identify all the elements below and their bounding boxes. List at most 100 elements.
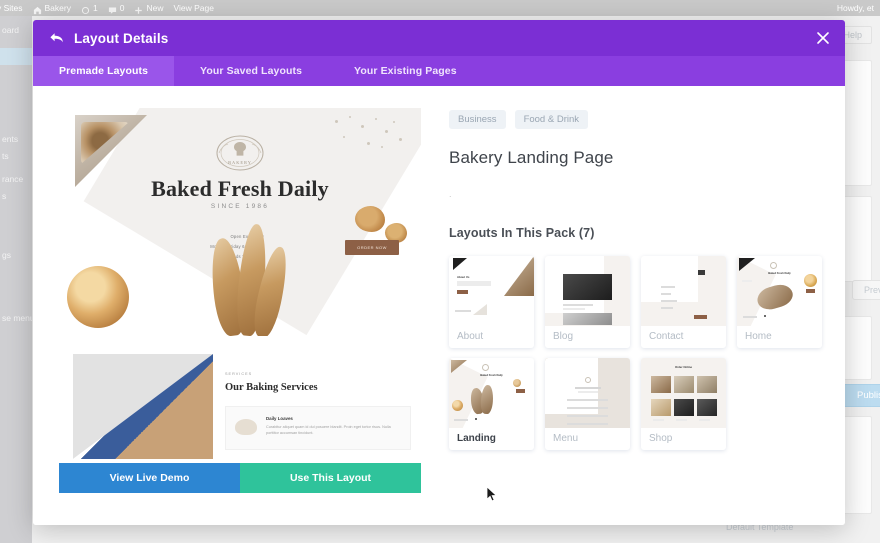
new-label: New — [146, 3, 164, 13]
view-page-label: View Page — [173, 3, 214, 13]
layout-thumbnail: Order Online — [641, 358, 726, 428]
hero-crumbs — [327, 114, 409, 160]
preview-button[interactable]: Preview — [852, 280, 880, 300]
layout-detail-column: Business Food & Drink Bakery Landing Pag… — [421, 108, 822, 525]
preview-site-render: BAKERY Baked Fresh Daily SINCE 1986 Open… — [59, 108, 421, 463]
sidebar-item-settings[interactable]: gs — [0, 247, 32, 264]
services-card: Daily Loaves Curabitur aliquet quam id d… — [225, 406, 411, 450]
tab-your-saved-layouts[interactable]: Your Saved Layouts — [174, 56, 328, 86]
bread-icon — [235, 419, 257, 435]
updates-icon — [81, 4, 90, 14]
sidebar-collapse-menu[interactable]: se menu — [0, 310, 35, 327]
layout-card-about[interactable]: About Us About — [449, 256, 534, 348]
layout-thumbnail: Daily Menu — [545, 358, 630, 428]
badge-business[interactable]: Business — [449, 110, 506, 129]
hero-bread-photo — [207, 220, 293, 336]
admin-bar-my-sites[interactable]: y Sites — [0, 0, 28, 16]
layouts-in-pack-grid: About Us About Our Blog — [449, 256, 822, 450]
admin-bar-new[interactable]: New — [129, 0, 168, 16]
layout-card-label: Landing — [457, 433, 496, 444]
site-name-label: Bakery — [44, 3, 71, 13]
layout-thumbnail: Get In Touch! — [641, 256, 726, 326]
sidebar-item-plugins[interactable]: s — [0, 188, 32, 205]
layout-card-label: About — [457, 331, 484, 342]
modal-title: Layout Details — [74, 30, 169, 46]
wp-admin-sidebar: oard ents ts rance s gs se menu — [0, 16, 35, 543]
sidebar-label: s — [2, 191, 7, 201]
sidebar-label: rance — [2, 174, 24, 184]
admin-bar-updates[interactable]: 1 — [76, 0, 103, 16]
layout-card-landing[interactable]: Baked Fresh Daily Landing — [449, 358, 534, 450]
services-eyebrow: SERVICES — [225, 372, 253, 376]
services-card-title: Daily Loaves — [266, 416, 293, 421]
layout-thumbnail: About Us — [449, 256, 534, 326]
services-card-body: Curabitur aliquet quam id dui posuere bl… — [266, 425, 391, 435]
sidebar-item-comments[interactable]: ents — [0, 131, 32, 148]
admin-bar-comments[interactable]: 0 — [103, 0, 130, 16]
layout-preview-image: BAKERY Baked Fresh Daily SINCE 1986 Open… — [59, 108, 421, 463]
hero-bagel-photo — [67, 266, 129, 328]
preview-hero-section: BAKERY Baked Fresh Daily SINCE 1986 Open… — [59, 108, 421, 336]
admin-bar-howdy[interactable]: Howdy, et — [832, 0, 880, 16]
layout-card-label: Home — [745, 331, 772, 342]
back-arrow-icon[interactable] — [49, 31, 65, 45]
services-title: Our Baking Services — [225, 382, 318, 393]
hero-order-button[interactable]: ORDER NOW — [345, 240, 399, 255]
sidebar-item-dashboard[interactable]: oard — [0, 22, 32, 39]
wp-admin-bar: y Sites Bakery 1 0 — [0, 0, 880, 16]
use-this-layout-button[interactable]: Use This Layout — [240, 463, 421, 493]
layout-thumbnail: Baked Fresh Daily — [449, 358, 534, 428]
sidebar-item-current[interactable] — [0, 48, 32, 65]
hero-cookie-large — [355, 206, 385, 232]
hero-order-button-label: ORDER NOW — [357, 245, 387, 250]
layout-card-label: Menu — [553, 433, 579, 444]
pack-heading: Layouts In This Pack (7) — [449, 226, 595, 240]
sidebar-item-projects[interactable]: ts — [0, 148, 32, 165]
layout-card-label: Contact — [649, 331, 684, 342]
hero-headline: Baked Fresh Daily — [151, 176, 329, 201]
admin-bar-site-name[interactable]: Bakery — [28, 0, 76, 16]
layout-preview-column: BAKERY Baked Fresh Daily SINCE 1986 Open… — [59, 108, 421, 525]
layout-card-menu[interactable]: Daily Menu Menu — [545, 358, 630, 450]
layout-title: Bakery Landing Page — [449, 148, 614, 167]
modal-tabs: Premade Layouts Your Saved Layouts Your … — [33, 56, 845, 86]
layout-meta: . — [449, 189, 452, 199]
admin-bar-view-page[interactable]: View Page — [168, 0, 218, 16]
layout-card-label: Blog — [553, 331, 574, 342]
sidebar-label: oard — [2, 25, 20, 35]
my-sites-label: y Sites — [0, 3, 23, 13]
home-icon — [33, 4, 42, 14]
hero-logo: BAKERY — [207, 133, 273, 180]
layout-details-modal: Layout Details Premade Layouts Your Save… — [33, 20, 845, 525]
layout-card-contact[interactable]: Get In Touch! Contact — [641, 256, 726, 348]
preview-action-buttons: View Live Demo Use This Layout — [59, 463, 421, 493]
updates-count: 1 — [92, 3, 98, 13]
modal-body: BAKERY Baked Fresh Daily SINCE 1986 Open… — [33, 86, 845, 525]
category-badges: Business Food & Drink — [449, 110, 822, 129]
layout-thumbnail: Baked Fresh Daily — [737, 256, 822, 326]
badge-food-drink[interactable]: Food & Drink — [514, 110, 588, 129]
howdy-label: Howdy, et — [836, 3, 874, 13]
tab-your-existing-pages[interactable]: Your Existing Pages — [328, 56, 483, 86]
sidebar-label: se menu — [2, 313, 35, 323]
sidebar-item-appearance[interactable]: rance — [0, 171, 32, 188]
tab-premade-layouts[interactable]: Premade Layouts — [33, 56, 175, 86]
layout-card-shop[interactable]: Order Online Shop — [641, 358, 726, 450]
layout-thumbnail: Our Blog — [545, 256, 630, 326]
screen: y Sites Bakery 1 0 — [0, 0, 880, 543]
comment-bubble-icon — [108, 4, 117, 14]
layout-card-label: Shop — [649, 433, 673, 444]
comments-count: 0 — [119, 3, 125, 13]
plus-icon — [134, 4, 143, 14]
preview-services-section: SERVICES Our Baking Services Daily Loave… — [59, 350, 421, 463]
sidebar-label: ts — [2, 151, 9, 161]
close-icon[interactable] — [815, 30, 831, 46]
publish-button[interactable]: Publish — [842, 384, 880, 407]
layout-card-blog[interactable]: Our Blog Blog — [545, 256, 630, 348]
sidebar-label: ents — [2, 134, 19, 144]
layout-card-home[interactable]: Baked Fresh Daily Home — [737, 256, 822, 348]
view-live-demo-button[interactable]: View Live Demo — [59, 463, 240, 493]
